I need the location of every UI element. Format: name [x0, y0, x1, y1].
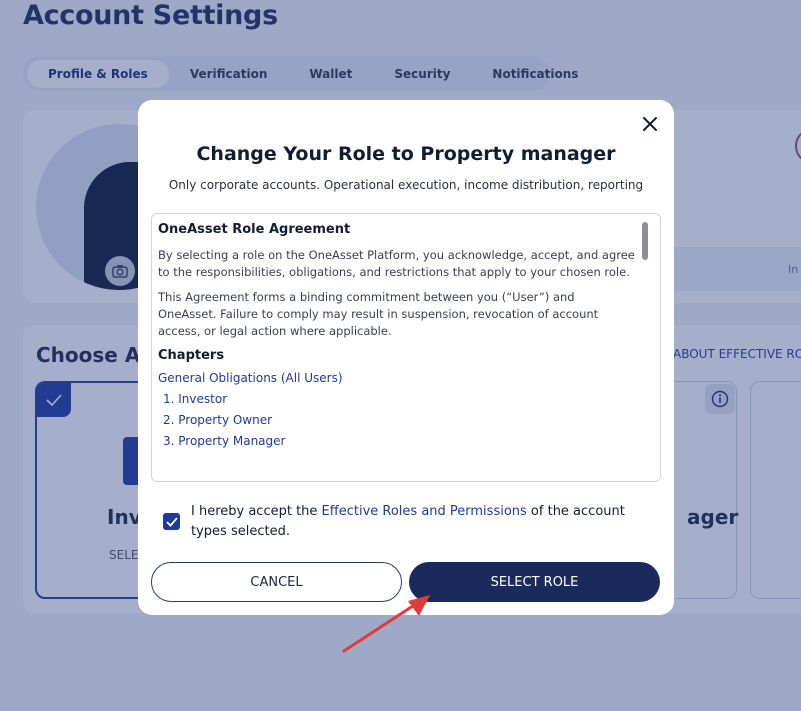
chapter-link-property-manager[interactable]: 3. Property Manager — [158, 434, 636, 448]
modal-title: Change Your Role to Property manager — [196, 143, 616, 165]
agreement-content: OneAsset Role Agreement By selecting a r… — [158, 222, 636, 455]
agreement-heading: OneAsset Role Agreement — [158, 222, 351, 237]
accept-checkbox[interactable] — [163, 513, 180, 530]
agreement-scroll-box[interactable]: OneAsset Role Agreement By selecting a r… — [151, 213, 661, 482]
select-role-button[interactable]: SELECT ROLE — [409, 562, 660, 602]
accept-text: I hereby accept the Effective Roles and … — [191, 502, 661, 542]
agreement-scrollbar[interactable] — [642, 222, 648, 260]
modal-subtitle: Only corporate accounts. Operational exe… — [168, 178, 644, 192]
agreement-paragraph: This Agreement forms a binding commitmen… — [158, 290, 599, 338]
chapter-link-general[interactable]: General Obligations (All Users) — [158, 371, 636, 385]
chapter-link-property-owner[interactable]: 2. Property Owner — [158, 413, 636, 427]
agreement-paragraph: By selecting a role on the OneAsset Plat… — [158, 248, 635, 279]
change-role-modal: Change Your Role to Property manager Onl… — [138, 100, 674, 615]
accept-text-before: I hereby accept the — [191, 504, 322, 519]
annotation-arrow — [342, 595, 430, 653]
close-icon[interactable] — [638, 112, 662, 136]
chapter-link-investor[interactable]: 1. Investor — [158, 392, 636, 406]
effective-roles-link[interactable]: Effective Roles and Permissions — [322, 504, 527, 519]
chapters-heading: Chapters — [158, 348, 225, 363]
